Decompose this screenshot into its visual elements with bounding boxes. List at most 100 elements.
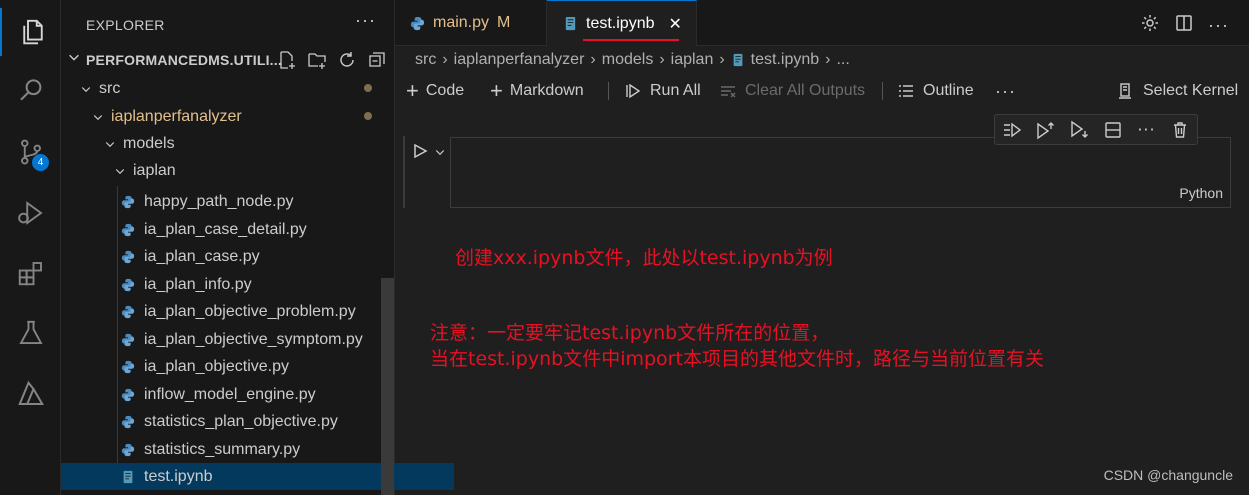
tree-file[interactable]: happy_path_node.py bbox=[61, 188, 454, 215]
tree-label: models bbox=[123, 134, 175, 152]
gear-icon[interactable] bbox=[1140, 13, 1160, 38]
chevron-down-icon bbox=[79, 83, 93, 95]
tree-file[interactable]: ia_plan_objective_problem.py bbox=[61, 298, 454, 325]
search-icon[interactable] bbox=[0, 67, 61, 115]
python-file-icon bbox=[121, 388, 135, 402]
add-markdown-cell-button[interactable]: + Markdown bbox=[490, 78, 584, 104]
source-control-icon[interactable]: 4 bbox=[0, 128, 61, 176]
tree-file[interactable]: ia_plan_objective_symptom.py bbox=[61, 326, 454, 353]
chevron-down-icon bbox=[113, 165, 127, 177]
tree-label: happy_path_node.py bbox=[144, 192, 294, 210]
more-actions-icon[interactable]: ··· bbox=[1208, 15, 1229, 36]
breadcrumb-item[interactable]: ... bbox=[836, 51, 849, 69]
tree-file[interactable]: inflow_model_engine.py bbox=[61, 381, 454, 408]
tree-file[interactable]: statistics_summary.py bbox=[61, 436, 454, 463]
outline-button[interactable]: Outline bbox=[897, 78, 974, 104]
watermark: CSDN @changuncle bbox=[1103, 467, 1233, 483]
toolbar-divider bbox=[882, 82, 883, 100]
button-label: Outline bbox=[923, 82, 974, 99]
new-folder-icon[interactable] bbox=[305, 48, 329, 72]
breadcrumb: src › iaplanperfanalyzer › models › iapl… bbox=[415, 51, 850, 69]
modified-dot bbox=[364, 84, 372, 92]
python-file-icon bbox=[121, 250, 135, 264]
button-label: Markdown bbox=[509, 82, 584, 99]
explorer-more-button[interactable]: ··· bbox=[355, 10, 376, 31]
tree-file[interactable]: ia_plan_case.py bbox=[61, 243, 454, 270]
run-cell-icon[interactable] bbox=[411, 142, 429, 164]
run-all-icon bbox=[624, 82, 642, 100]
execute-cell-and-above-icon[interactable] bbox=[1033, 118, 1057, 142]
button-label: Code bbox=[425, 82, 465, 99]
activity-bar: 4 bbox=[0, 0, 61, 495]
python-file-icon bbox=[410, 16, 425, 31]
collapse-all-icon[interactable] bbox=[365, 48, 389, 72]
cell-toolbar: ··· bbox=[994, 114, 1198, 145]
tree-folder-iaplanperfanalyzer[interactable]: iaplanperfanalyzer bbox=[61, 103, 424, 130]
run-all-button[interactable]: Run All bbox=[624, 78, 701, 104]
breadcrumb-item[interactable]: models bbox=[602, 51, 654, 69]
tree-folder-models[interactable]: models bbox=[61, 130, 436, 157]
execute-cell-and-below-icon[interactable] bbox=[1067, 118, 1091, 142]
project-header[interactable]: PERFORMANCEDMS.UTILI... bbox=[61, 46, 394, 74]
python-file-icon bbox=[121, 443, 135, 457]
tree-label: ia_plan_objective_symptom.py bbox=[144, 330, 363, 348]
tree-label: ia_plan_objective_problem.py bbox=[144, 302, 356, 320]
tree-label: ia_plan_case_detail.py bbox=[144, 220, 307, 238]
chevron-right-icon: › bbox=[659, 51, 665, 68]
chevron-right-icon: › bbox=[590, 51, 596, 68]
annotation-text: 创建xxx.ipynb文件，此处以test.ipynb为例 bbox=[455, 247, 833, 269]
tab-main-py[interactable]: main.py M bbox=[395, 0, 547, 46]
execute-above-icon[interactable] bbox=[1000, 118, 1024, 142]
tree-label: iaplan bbox=[133, 161, 176, 179]
tree-label: statistics_plan_objective.py bbox=[144, 412, 338, 430]
close-icon[interactable]: ✕ bbox=[668, 14, 681, 34]
select-kernel-button[interactable]: Select Kernel bbox=[1116, 78, 1238, 104]
python-file-icon bbox=[121, 415, 135, 429]
cell-more-button[interactable]: ··· bbox=[1134, 118, 1158, 142]
tree-label: test.ipynb bbox=[144, 467, 213, 485]
tree-file[interactable]: statistics_plan_objective.py bbox=[61, 408, 454, 435]
chevron-down-icon bbox=[103, 138, 117, 150]
breadcrumb-item[interactable]: iaplan bbox=[671, 51, 714, 69]
split-editor-icon[interactable] bbox=[1174, 13, 1194, 38]
explorer-icon[interactable] bbox=[0, 8, 63, 56]
cell-focus-indicator bbox=[403, 136, 405, 208]
add-code-cell-button[interactable]: + Code bbox=[406, 78, 464, 104]
outline-icon bbox=[897, 82, 915, 100]
tree-file[interactable]: ia_plan_case_detail.py bbox=[61, 216, 454, 243]
tree-file[interactable]: ia_plan_info.py bbox=[61, 271, 454, 298]
azure-icon[interactable] bbox=[0, 370, 61, 418]
button-label: Select Kernel bbox=[1143, 82, 1239, 99]
breadcrumb-item[interactable]: test.ipynb bbox=[751, 51, 819, 69]
tree-folder-iaplan[interactable]: iaplan bbox=[61, 157, 446, 184]
code-cell-editor[interactable]: Python bbox=[450, 137, 1231, 208]
breadcrumb-item[interactable]: iaplanperfanalyzer bbox=[454, 51, 585, 69]
button-label: Run All bbox=[650, 82, 701, 99]
tree-label: inflow_model_engine.py bbox=[144, 385, 316, 403]
scm-badge: 4 bbox=[32, 154, 49, 171]
clear-all-outputs-button[interactable]: Clear All Outputs bbox=[719, 78, 865, 104]
breadcrumb-item[interactable]: src bbox=[415, 51, 436, 69]
chevron-down-icon bbox=[91, 111, 105, 123]
cell-language-label[interactable]: Python bbox=[1179, 185, 1223, 201]
run-debug-icon[interactable] bbox=[0, 189, 61, 237]
sidebar-scrollbar[interactable] bbox=[381, 278, 394, 495]
annotation-text: 注意：一定要牢记test.ipynb文件所在的位置， bbox=[430, 322, 830, 344]
tab-label: test.ipynb bbox=[586, 14, 655, 32]
extensions-icon[interactable] bbox=[0, 249, 61, 297]
chevron-right-icon: › bbox=[442, 51, 448, 68]
toolbar-more-button[interactable]: ··· bbox=[995, 78, 1016, 104]
chevron-down-icon[interactable] bbox=[434, 143, 446, 162]
tree-file[interactable]: ia_plan_objective.py bbox=[61, 353, 454, 380]
new-file-icon[interactable] bbox=[275, 48, 299, 72]
notebook-toolbar: + Code + Markdown Run All Clear All Outp… bbox=[406, 78, 1246, 104]
delete-icon[interactable] bbox=[1168, 118, 1192, 142]
refresh-icon[interactable] bbox=[335, 48, 359, 72]
testing-icon[interactable] bbox=[0, 309, 61, 357]
tab-label: main.py bbox=[433, 14, 490, 31]
explorer-sidebar: EXPLORER ··· PERFORMANCEDMS.UTILI... src… bbox=[61, 0, 454, 495]
split-cell-icon[interactable] bbox=[1101, 118, 1125, 142]
tree-folder-src[interactable]: src bbox=[61, 75, 412, 102]
tree-file-selected[interactable]: test.ipynb bbox=[61, 463, 454, 490]
python-file-icon bbox=[121, 360, 135, 374]
